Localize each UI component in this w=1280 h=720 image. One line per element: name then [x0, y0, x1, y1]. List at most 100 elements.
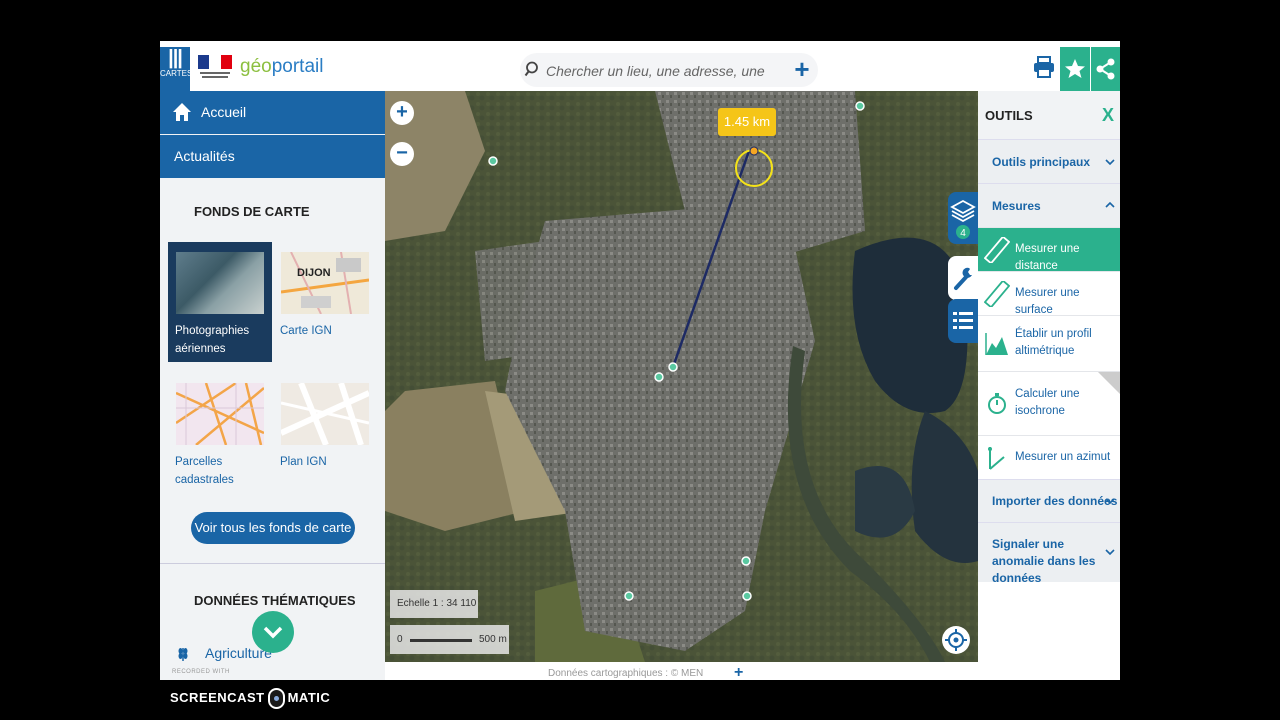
nav-accueil[interactable]: Accueil: [160, 91, 385, 134]
geoportail-logo[interactable]: géoportail: [240, 56, 323, 78]
accordion-outils-principaux[interactable]: Outils principaux: [978, 139, 1120, 183]
distance-tooltip: 1.45 km: [718, 108, 776, 136]
tool-mesurer-surface[interactable]: Mesurer une surface: [978, 271, 1120, 316]
watermark-right: MATIC: [287, 689, 331, 705]
map-view[interactable]: + − 1.45 km Echelle 1 : 34 110 0 500 m: [385, 91, 978, 662]
basemap-carte-ign[interactable]: DIJON Carte IGN: [273, 242, 377, 362]
logo-suffix: portail: [271, 56, 324, 77]
top-header: ||| CARTES géoportail +: [160, 41, 1120, 91]
share-button[interactable]: [1091, 47, 1120, 91]
tools-panel-header: OUTILS X: [978, 91, 1120, 139]
recorded-with-label: RECORDED WITH: [172, 669, 230, 675]
legend-tab[interactable]: [948, 299, 978, 343]
accordion-label: Mesures: [992, 199, 1041, 213]
accordion-importer[interactable]: Importer des données: [978, 479, 1120, 522]
chevron-down-icon: [1105, 498, 1115, 505]
zoom-out-button[interactable]: −: [390, 142, 414, 166]
scale-ratio: Echelle 1 : 34 110: [390, 590, 478, 618]
basemap-plan-ign[interactable]: Plan IGN: [273, 373, 377, 493]
chevron-down-icon: [263, 626, 283, 639]
ruler-icon: [984, 237, 1010, 263]
geoportail-window: ||| CARTES géoportail +: [160, 41, 1120, 680]
accordion-label: Signaler une anomalie dans les données: [992, 537, 1096, 585]
donnees-thematiques-title: DONNÉES THÉMATIQUES: [194, 593, 356, 608]
print-icon[interactable]: [1032, 55, 1056, 79]
watermark-left: SCREENCAST: [170, 689, 265, 705]
divider: [160, 563, 385, 564]
cartes-menu-button[interactable]: ||| CARTES: [160, 47, 193, 91]
cartes-label: CARTES: [160, 69, 193, 78]
scale-bar: 0 500 m: [390, 625, 509, 654]
tool-label: Mesurer un azimut: [1015, 451, 1111, 463]
nav-actualites-label: Actualités: [174, 148, 235, 164]
ruler-icon: [984, 281, 1010, 307]
wheat-icon: [178, 648, 188, 661]
left-menu-panel: Accueil Actualités FONDS DE CARTE Photog…: [160, 91, 385, 680]
menu-icon: |||: [168, 47, 183, 69]
tools-panel-title: OUTILS: [985, 108, 1033, 123]
favorite-button[interactable]: [1060, 47, 1090, 91]
crosshair-icon: [945, 629, 967, 651]
accordion-mesures[interactable]: Mesures: [978, 183, 1120, 227]
zoom-in-button[interactable]: +: [390, 101, 414, 125]
parcelles-thumbnail: [176, 383, 264, 445]
accordion-label: Outils principaux: [992, 155, 1091, 169]
advanced-search-button[interactable]: +: [788, 56, 816, 84]
beta-ribbon: [1098, 372, 1120, 394]
chevron-up-icon: [1105, 201, 1115, 208]
logo-prefix: géo: [240, 56, 272, 77]
share-icon: [1096, 58, 1115, 80]
tool-label: Mesurer une surface: [1015, 287, 1080, 316]
basemap-photographies[interactable]: Photographies aériennes: [168, 242, 272, 362]
tool-label: Mesurer une distance: [1015, 243, 1080, 272]
copyright-expand-button[interactable]: +: [734, 664, 743, 680]
search-input[interactable]: [544, 59, 768, 83]
stopwatch-icon: [988, 393, 1006, 414]
tools-panel: OUTILS X Outils principaux Mesures Mesur…: [978, 91, 1120, 680]
watermark-logo-icon: [267, 688, 285, 709]
carte-ign-thumb-text: DIJON: [297, 267, 331, 279]
scale-line: [410, 639, 472, 642]
home-icon: [173, 103, 191, 121]
basemap-label: Parcelles cadastrales: [175, 456, 234, 486]
basemap-parcelles[interactable]: Parcelles cadastrales: [168, 373, 272, 493]
voir-tous-fonds-button[interactable]: Voir tous les fonds de carte: [191, 512, 355, 544]
nav-actualites[interactable]: Actualités: [160, 135, 385, 178]
accordion-label: Importer des données: [992, 494, 1118, 508]
layers-icon: 4: [950, 199, 976, 239]
carte-ign-drawing: DIJON: [281, 252, 369, 314]
tool-profil-altimetrique[interactable]: Établir un profil altimétrique: [978, 315, 1120, 371]
scroll-down-button[interactable]: [252, 611, 294, 653]
aerial-map-imagery: [385, 91, 978, 662]
tool-isochrone[interactable]: Calculer une isochrone: [978, 371, 1120, 435]
basemap-label: Photographies aériennes: [175, 325, 250, 355]
parcelles-drawing: [176, 383, 264, 445]
search-icon[interactable]: [524, 60, 542, 78]
carte-ign-thumbnail: DIJON: [281, 252, 369, 314]
screencast-watermark: SCREENCAST MATIC: [170, 688, 330, 709]
tool-azimut[interactable]: Mesurer un azimut: [978, 435, 1120, 479]
geolocate-button[interactable]: [942, 626, 970, 654]
layers-tab[interactable]: 4: [948, 192, 978, 244]
basemap-label: Plan IGN: [280, 456, 327, 468]
close-icon[interactable]: X: [1102, 105, 1114, 126]
fonds-de-carte-title: FONDS DE CARTE: [194, 204, 310, 219]
plan-ign-drawing: [281, 383, 369, 445]
chevron-down-icon: [1105, 549, 1115, 556]
accordion-signaler[interactable]: Signaler une anomalie dans les données: [978, 522, 1120, 585]
aerial-thumbnail: [176, 252, 264, 314]
tool-mesurer-distance[interactable]: Mesurer une distance: [978, 227, 1120, 272]
scale-zero: 0: [397, 634, 403, 645]
tools-tab[interactable]: [948, 256, 978, 300]
layers-count: 4: [960, 228, 966, 239]
nav-accueil-label: Accueil: [201, 104, 247, 120]
search-bar: +: [520, 53, 818, 87]
list-icon: [953, 312, 973, 329]
azimuth-icon: [988, 447, 1005, 470]
chevron-down-icon: [1105, 159, 1115, 166]
basemap-label: Carte IGN: [280, 325, 332, 337]
wrench-icon: [954, 267, 972, 290]
republique-francaise-logo: [198, 55, 232, 78]
plan-ign-thumbnail: [281, 383, 369, 445]
tool-label: Établir un profil altimétrique: [1015, 328, 1092, 357]
